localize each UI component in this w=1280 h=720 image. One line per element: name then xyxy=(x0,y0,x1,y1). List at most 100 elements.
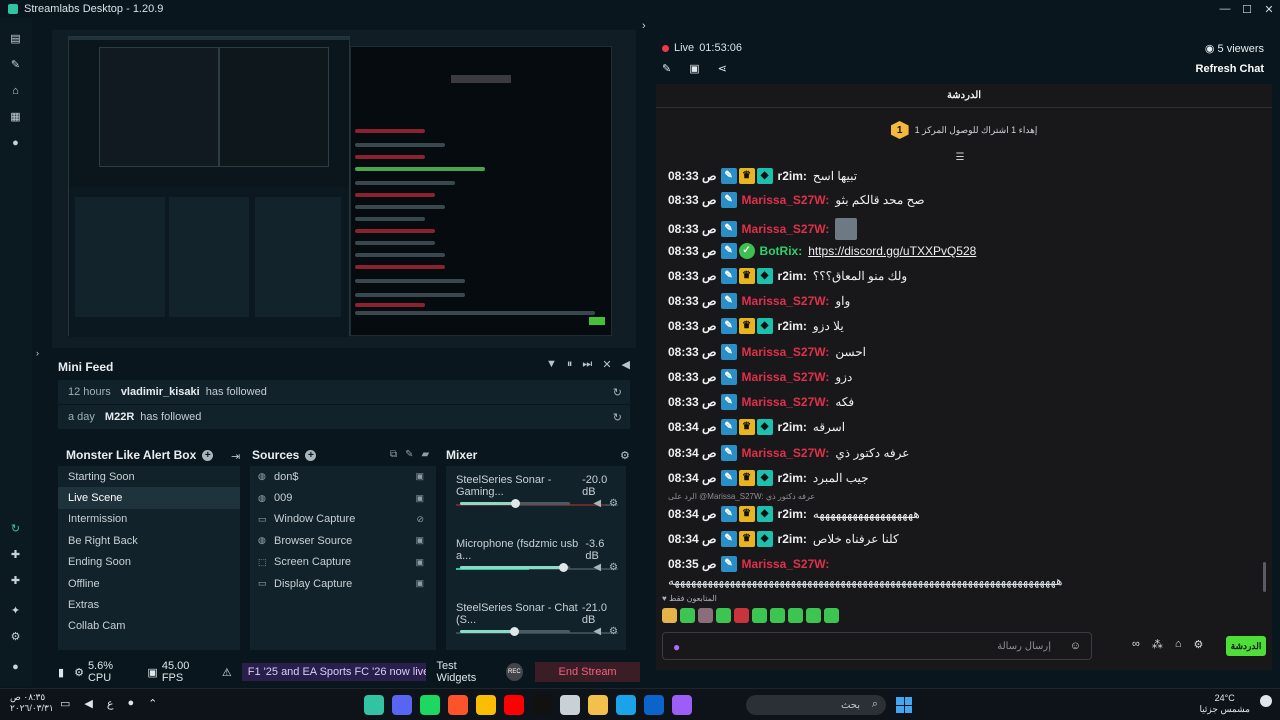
chat-username[interactable]: Marissa_S27W: xyxy=(742,294,830,308)
close-icon[interactable]: ✕ xyxy=(1258,0,1280,18)
mute-alerts-icon[interactable]: ✕ xyxy=(602,358,611,371)
highlighter-icon[interactable]: ↻ xyxy=(9,522,22,535)
end-stream-button[interactable]: End Stream xyxy=(535,662,641,682)
emote-icon[interactable] xyxy=(824,608,839,623)
source-item[interactable]: ◍ 009 ▣ xyxy=(250,487,436,508)
emote-icon[interactable] xyxy=(806,608,821,623)
chat-message[interactable]: 08:33 ص ✎ Marissa_S27W: دزو xyxy=(668,369,852,385)
scene-item-selected[interactable]: Live Scene xyxy=(58,487,240,509)
volume-slider[interactable] xyxy=(460,563,570,572)
speaker-icon[interactable]: ◀ xyxy=(593,562,601,573)
refresh-chat-button[interactable]: Refresh Chat xyxy=(1196,63,1264,75)
share-icon[interactable]: ⋖ xyxy=(718,62,727,75)
start-icon[interactable] xyxy=(896,697,912,713)
clock[interactable]: ٠٨:٣٥ ص ٢٠٢٦/٠٣/٣١ xyxy=(10,692,54,714)
youtube-taskbar-icon[interactable] xyxy=(504,695,524,715)
lock-icon[interactable]: ▣ xyxy=(415,471,424,482)
mod-badge-icon[interactable]: ✎ xyxy=(720,470,737,486)
speaker-muted-icon[interactable]: ◀ xyxy=(593,626,601,637)
sub-badge-icon[interactable]: ◆ xyxy=(756,419,773,435)
stream-preview[interactable] xyxy=(52,30,636,348)
chat-username[interactable]: Marissa_S27W: xyxy=(742,193,830,207)
mod-badge-icon[interactable]: ✎ xyxy=(720,318,737,334)
emote-icon[interactable] xyxy=(662,608,677,623)
mixer-settings-icon[interactable]: ⚙ xyxy=(620,449,630,462)
weather-widget[interactable]: 24°C مشمس جزئيا xyxy=(1199,693,1250,715)
chat-message[interactable]: 08:33 ص ✎ Marissa_S27W: صح محد قالكم بثو xyxy=(668,192,925,208)
chat-username[interactable]: r2im: xyxy=(778,507,807,521)
emote-icon[interactable] xyxy=(770,608,785,623)
chat-username[interactable]: r2im: xyxy=(778,471,807,485)
emote-icon[interactable] xyxy=(680,608,695,623)
studio-icon[interactable]: ✚ xyxy=(9,574,22,587)
scene-collection-title[interactable]: Monster Like Alert Box xyxy=(66,448,196,462)
chat-username[interactable]: r2im: xyxy=(778,269,807,283)
chat-username[interactable]: Marissa_S27W: xyxy=(742,395,830,409)
mod-badge-icon[interactable]: ✎ xyxy=(720,221,737,237)
scene-item[interactable]: Extras xyxy=(58,594,240,615)
source-item[interactable]: ▭ Display Capture ▣ xyxy=(250,573,436,594)
add-scene-icon[interactable]: + xyxy=(202,449,214,461)
scene-item[interactable]: Be Right Back xyxy=(58,530,240,551)
chat-message[interactable]: 08:33 ص ✎ Marissa_S27W: فكه xyxy=(668,394,854,410)
chat-message[interactable]: 08:34 ص ✎ ♛ ◆ r2im: ههههههههههههههههههه xyxy=(668,506,920,522)
vip-badge-icon[interactable]: ♛ xyxy=(738,531,755,547)
store-taskbar-icon[interactable] xyxy=(560,695,580,715)
chat-message[interactable]: 08:34 ص ✎ ♛ ◆ r2im: اسرقه xyxy=(668,419,845,435)
chat-message[interactable]: 08:33 ص ✎ ♛ ◆ r2im: ولك منو المعاق؟؟؟ xyxy=(668,268,907,284)
lock-icon[interactable]: ▣ xyxy=(415,578,424,589)
live-icon[interactable]: ● xyxy=(9,136,22,149)
store-icon[interactable]: ⌂ xyxy=(1175,638,1182,651)
source-effects-icon[interactable]: ✎ xyxy=(405,449,413,460)
mod-badge-icon[interactable]: ✎ xyxy=(720,243,737,259)
test-widgets-button[interactable]: Test Widgets xyxy=(436,660,497,684)
editor-icon[interactable]: ▤ xyxy=(9,32,22,45)
mod-badge-icon[interactable]: ✎ xyxy=(720,293,737,309)
scene-item[interactable]: Collab Cam xyxy=(58,616,240,637)
add-source-icon[interactable]: + xyxy=(305,449,317,461)
folder-icon[interactable]: ▰ xyxy=(422,449,430,460)
themes-icon[interactable]: ✎ xyxy=(9,58,22,71)
chat-message[interactable]: 08:34 ص ✎ Marissa_S27W: عرفه دكتور ذي xyxy=(668,445,909,461)
channel-settings-icon[interactable]: ⚙ xyxy=(609,498,618,509)
repeat-alert-icon[interactable]: ↻ xyxy=(613,386,622,399)
chat-username[interactable]: r2im: xyxy=(778,532,807,546)
chat-message[interactable]: 08:33 ص ✎ ✓ BotRix: https://discord.gg/uTXXP… xyxy=(668,243,976,259)
mod-badge-icon[interactable]: ✎ xyxy=(720,369,737,385)
chat-username[interactable]: Marissa_S27W: xyxy=(742,345,830,359)
emote-icon[interactable] xyxy=(734,608,749,623)
sub-badge-icon[interactable]: ◆ xyxy=(756,168,773,184)
channel-settings-icon[interactable]: ⚙ xyxy=(609,562,618,573)
source-item[interactable]: ▭ Window Capture ⊘ xyxy=(250,509,436,530)
edit-stream-icon[interactable]: ✎ xyxy=(662,62,671,75)
scene-item[interactable]: Ending Soon xyxy=(58,552,240,573)
chat-username[interactable]: Marissa_S27W: xyxy=(742,557,830,571)
tray-chevron-icon[interactable]: ⌃ xyxy=(148,697,157,710)
chat-message[interactable]: 08:35 ص ✎ Marissa_S27W: xyxy=(668,556,829,572)
lock-icon[interactable]: ▣ xyxy=(415,557,424,568)
chat-message[interactable]: 08:33 ص ✎ ♛ ◆ r2im: تبيها اسح xyxy=(668,168,857,184)
chat-username[interactable]: Marissa_S27W: xyxy=(742,370,830,384)
discord-taskbar-icon[interactable] xyxy=(392,695,412,715)
mod-badge-icon[interactable]: ✎ xyxy=(720,344,737,360)
settings-icon[interactable]: ⚙ xyxy=(9,630,22,643)
brave-taskbar-icon[interactable] xyxy=(448,695,468,715)
chat-username[interactable]: Marissa_S27W: xyxy=(742,446,830,460)
lock-icon[interactable]: ▣ xyxy=(415,535,424,546)
chat-username[interactable]: r2im: xyxy=(778,319,807,333)
scene-item[interactable]: Offline xyxy=(58,573,240,594)
chat-message[interactable]: 08:33 ص ✎ Marissa_S27W: xyxy=(668,218,858,240)
chat-message[interactable]: 08:34 ص ✎ ♛ ◆ r2im: كلنا عرفناه خلاص xyxy=(668,531,899,547)
stats-icon[interactable]: ▮ xyxy=(58,666,64,679)
vip-badge-icon[interactable]: ♛ xyxy=(738,506,755,522)
ver-badge-icon[interactable]: ✓ xyxy=(738,243,755,259)
store-icon[interactable]: ⌂ xyxy=(9,84,22,97)
filter-icon[interactable]: ▼ xyxy=(546,358,557,371)
vip-badge-icon[interactable]: ♛ xyxy=(738,268,755,284)
chat-message[interactable]: 08:33 ص ✎ Marissa_S27W: احسن xyxy=(668,344,866,360)
volume-slider[interactable] xyxy=(460,499,570,508)
emote-icon[interactable] xyxy=(788,608,803,623)
outlook-taskbar-icon[interactable] xyxy=(644,695,664,715)
message-link[interactable]: https://discord.gg/uTXXPvQ528 xyxy=(808,244,976,258)
mod-badge-icon[interactable]: ✎ xyxy=(720,556,737,572)
